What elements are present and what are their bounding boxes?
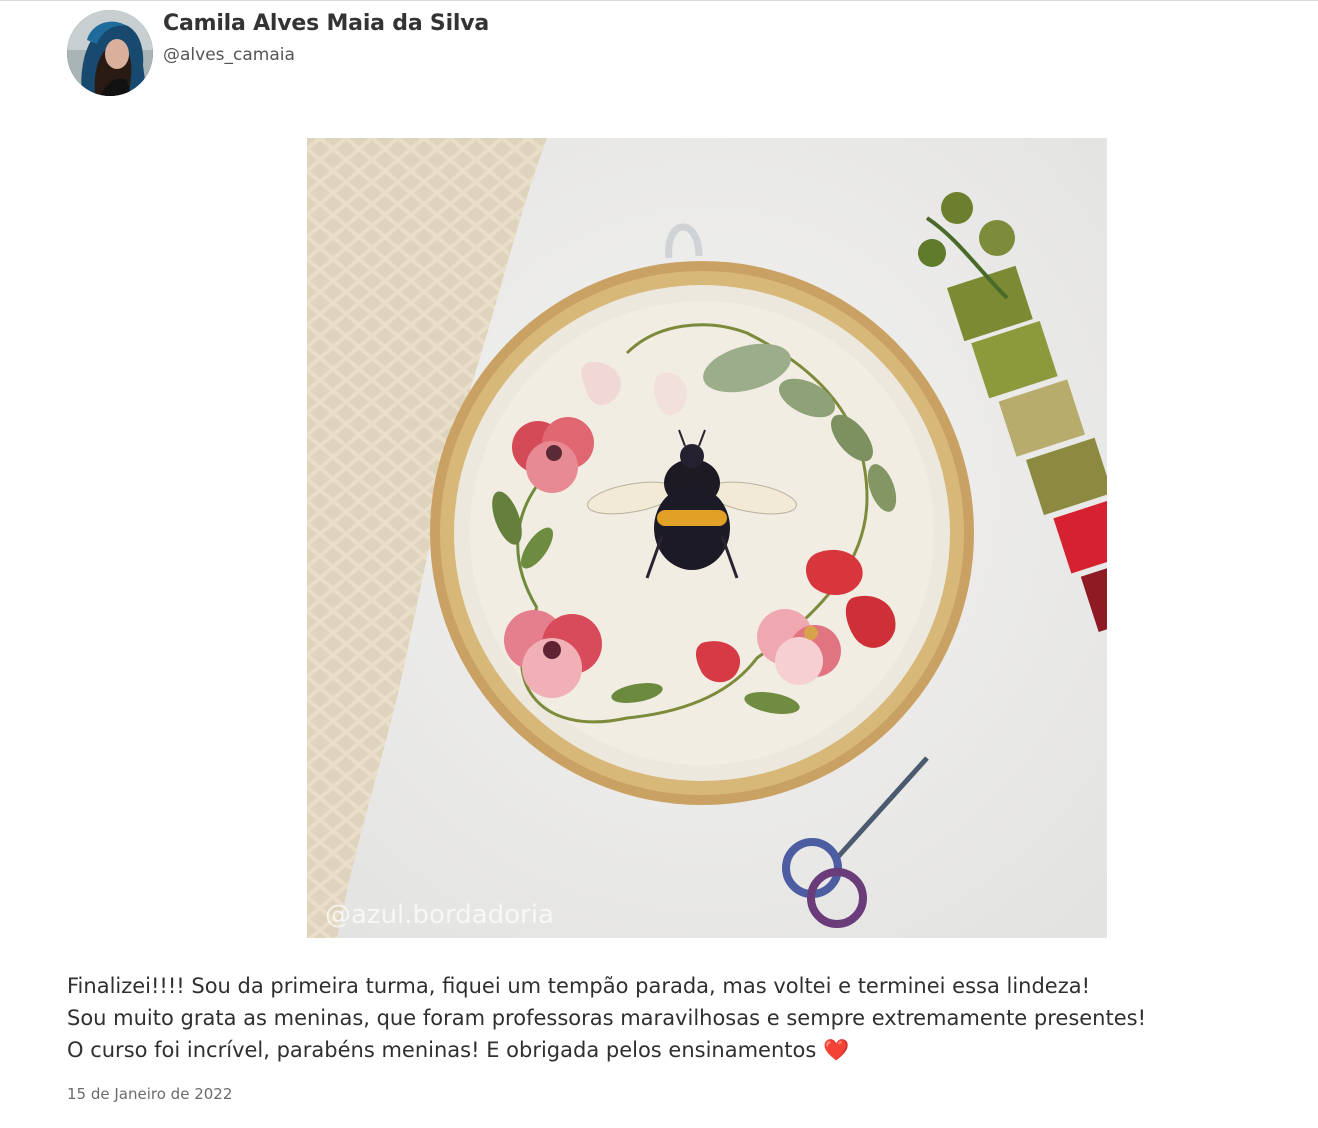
heart-emoji-icon: ❤️ xyxy=(823,1038,850,1062)
embroidery-photo: @azul.bordadoria xyxy=(307,138,1168,938)
author-handle[interactable]: @alves_camaia xyxy=(163,45,295,65)
top-divider xyxy=(0,0,1318,1)
post-image[interactable]: @azul.bordadoria xyxy=(307,138,1168,938)
post-caption: Finalizei!!!! Sou da primeira turma, fiq… xyxy=(67,970,1247,1066)
avatar-image xyxy=(67,10,153,96)
author-avatar[interactable] xyxy=(67,10,153,96)
caption-line-3-text: O curso foi incrível, parabéns meninas! … xyxy=(67,1038,817,1062)
caption-line-1: Finalizei!!!! Sou da primeira turma, fiq… xyxy=(67,974,1091,998)
author-name[interactable]: Camila Alves Maia da Silva xyxy=(163,11,489,36)
caption-line-3: O curso foi incrível, parabéns meninas! … xyxy=(67,1034,1247,1066)
image-watermark: @azul.bordadoria xyxy=(325,900,554,930)
caption-line-2: Sou muito grata as meninas, que foram pr… xyxy=(67,1006,1146,1030)
post-date: 15 de Janeiro de 2022 xyxy=(67,1085,233,1103)
